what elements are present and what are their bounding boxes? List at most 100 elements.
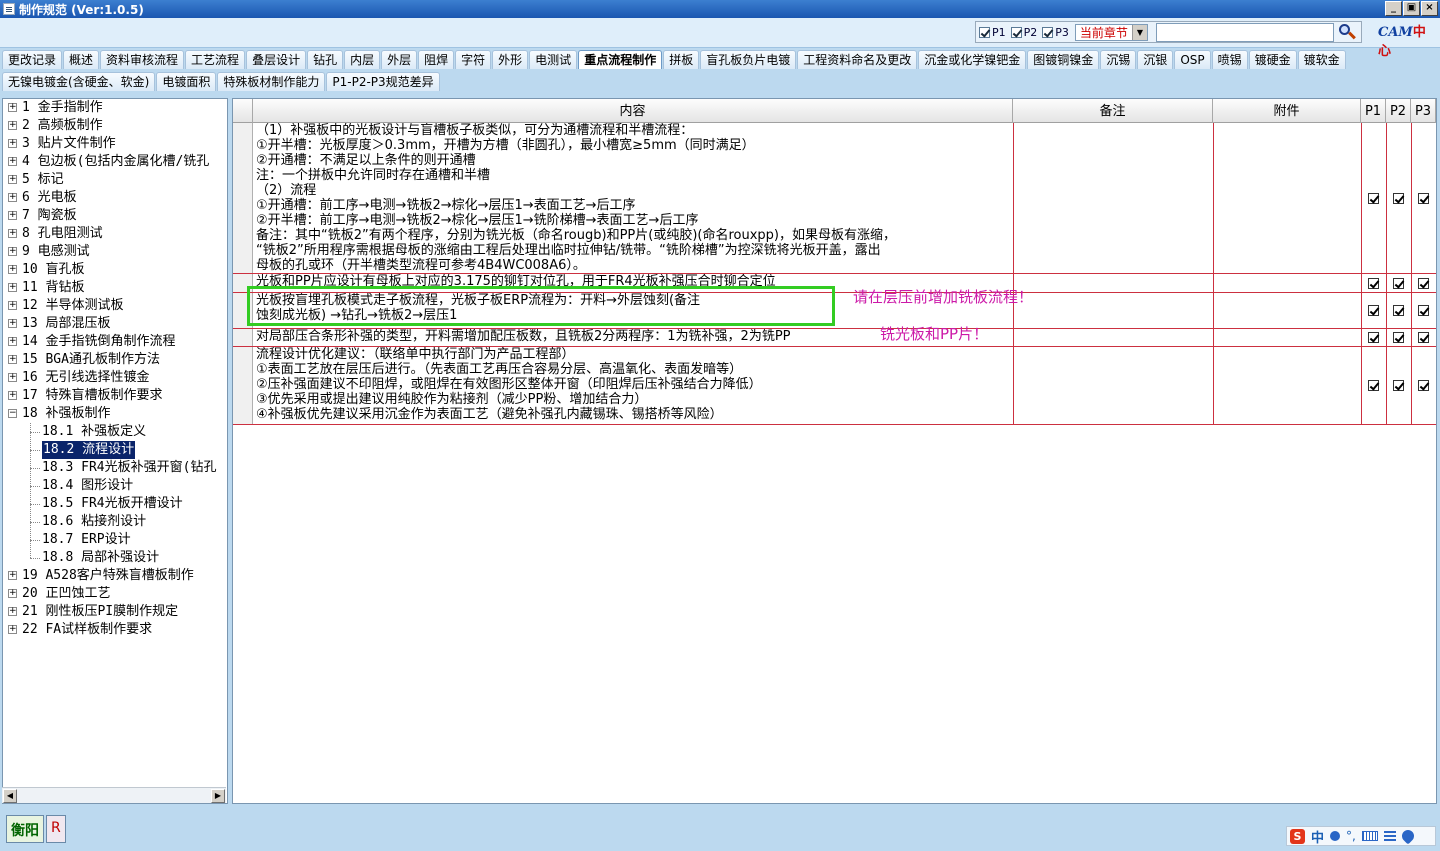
expand-icon[interactable]: +	[8, 301, 17, 310]
expand-icon[interactable]: +	[8, 157, 17, 166]
tree-subitem[interactable]: 18.8 局部补强设计	[3, 549, 227, 567]
tree-item[interactable]: +3 贴片文件制作	[3, 135, 227, 153]
expand-icon[interactable]: +	[8, 121, 17, 130]
table-row[interactable]: 对局部压合条形补强的类型，开料需增加配压板数，且铣板2分两程序：1为铣补强，2为…	[233, 329, 1436, 347]
tab-row1-16[interactable]: 沉金或化学镍钯金	[918, 50, 1027, 69]
checkbox-p3[interactable]	[1418, 278, 1429, 289]
keyboard-icon[interactable]	[1361, 831, 1378, 841]
tab-row1-3[interactable]: 工艺流程	[185, 50, 246, 69]
tab-row1-2[interactable]: 资料审核流程	[100, 50, 185, 69]
checkbox-p1[interactable]	[1368, 193, 1379, 204]
expand-icon[interactable]: +	[8, 337, 17, 346]
tab-row2-2[interactable]: 特殊板材制作能力	[217, 72, 326, 91]
search-input[interactable]	[1155, 22, 1334, 42]
tree-item[interactable]: +7 陶瓷板	[3, 207, 227, 225]
tree-item[interactable]: +2 高频板制作	[3, 117, 227, 135]
tab-row1-17[interactable]: 图镀铜镍金	[1027, 50, 1100, 69]
restore-button[interactable]: ▣	[1403, 1, 1420, 16]
tab-row1-18[interactable]: 沉锡	[1100, 50, 1137, 69]
tree-item[interactable]: +19 A528客户特殊盲槽板制作	[3, 567, 227, 585]
tab-row2-0[interactable]: 无镍电镀金(含硬金、软金)	[2, 72, 156, 91]
tab-row2-1[interactable]: 电镀面积	[156, 72, 217, 91]
table-row[interactable]: 光板和PP片应设计有母板上对应的3.175的铆钉对位孔，用于FR4光板补强压合时…	[233, 274, 1436, 293]
row-selector[interactable]	[233, 293, 253, 328]
tab-row1-9[interactable]: 字符	[455, 50, 492, 69]
checkbox-icon[interactable]	[1042, 26, 1054, 38]
checkbox-p2[interactable]	[1393, 332, 1404, 343]
ime-halfwidth-icon[interactable]	[1330, 831, 1341, 841]
tab-row1-21[interactable]: 喷锡	[1211, 50, 1248, 69]
tree-subitem[interactable]: 18.5 FR4光板开槽设计	[3, 495, 227, 513]
checkbox-p2[interactable]	[1393, 380, 1404, 391]
checkbox-p1[interactable]	[1368, 380, 1379, 391]
tab-row1-12[interactable]: 重点流程制作	[578, 50, 663, 69]
tree-item[interactable]: −18 补强板制作	[3, 405, 227, 423]
checkbox-p2[interactable]	[1393, 305, 1404, 316]
expand-icon[interactable]: +	[8, 625, 17, 634]
tree-subitem[interactable]: 18.7 ERP设计	[3, 531, 227, 549]
checkbox-p1[interactable]	[1368, 332, 1379, 343]
tab-row1-22[interactable]: 镀硬金	[1248, 50, 1297, 69]
row-selector[interactable]	[233, 274, 253, 292]
ime-punctuation[interactable]: °,	[1346, 829, 1356, 843]
expand-icon[interactable]: +	[8, 355, 17, 364]
tab-row1-0[interactable]: 更改记录	[2, 50, 63, 69]
expand-icon[interactable]: +	[8, 373, 17, 382]
tab-row1-13[interactable]: 拼板	[663, 50, 700, 69]
col-header-attach[interactable]: 附件	[1213, 99, 1361, 123]
ime-language[interactable]: 中	[1311, 827, 1324, 846]
checkbox-p3[interactable]	[1418, 332, 1429, 343]
tab-row1-19[interactable]: 沉银	[1137, 50, 1174, 69]
collapse-icon[interactable]: −	[8, 409, 17, 418]
tree-item[interactable]: +1 金手指制作	[3, 99, 227, 117]
menu-icon[interactable]	[1383, 831, 1396, 841]
row-selector[interactable]	[233, 347, 253, 424]
tab-row1-7[interactable]: 外层	[381, 50, 418, 69]
tab-row1-4[interactable]: 叠层设计	[246, 50, 307, 69]
expand-icon[interactable]: +	[8, 589, 17, 598]
scroll-right-icon[interactable]: ▶	[211, 789, 225, 803]
tree-item[interactable]: +14 金手指铣倒角制作流程	[3, 333, 227, 351]
tree-item[interactable]: +4 包边板(包括内金属化槽/铣孔	[3, 153, 227, 171]
tab-row1-11[interactable]: 电测试	[529, 50, 578, 69]
expand-icon[interactable]: +	[8, 175, 17, 184]
scope-select[interactable]: 当前章节 ▼	[1074, 23, 1148, 41]
checkbox-p3[interactable]	[1418, 380, 1429, 391]
tab-row1-6[interactable]: 内层	[344, 50, 381, 69]
tree-item[interactable]: +10 盲孔板	[3, 261, 227, 279]
tree-item[interactable]: +13 局部混压板	[3, 315, 227, 333]
scroll-left-icon[interactable]: ◀	[3, 789, 17, 803]
tab-row1-23[interactable]: 镀软金	[1297, 50, 1346, 69]
search-button[interactable]	[1336, 21, 1358, 43]
tree-item[interactable]: +6 光电板	[3, 189, 227, 207]
tab-row1-20[interactable]: OSP	[1174, 50, 1211, 69]
tree-item[interactable]: +22 FA试样板制作要求	[3, 621, 227, 639]
tree-subitem[interactable]: 18.3 FR4光板补强开窗(钻孔	[3, 459, 227, 477]
expand-icon[interactable]: +	[8, 139, 17, 148]
expand-icon[interactable]: +	[8, 283, 17, 292]
tree-item[interactable]: +5 标记	[3, 171, 227, 189]
checkbox-icon[interactable]	[1010, 26, 1022, 38]
checkbox-p2[interactable]	[1393, 278, 1404, 289]
table-row[interactable]: 光板按盲埋孔板模式走子板流程，光板子板ERP流程为：开料→外层蚀刻(备注 蚀刻成…	[233, 293, 1436, 329]
checkbox-p1[interactable]	[1368, 278, 1379, 289]
close-button[interactable]: ×	[1421, 1, 1438, 16]
checkbox-p3[interactable]	[1418, 193, 1429, 204]
tab-row1-8[interactable]: 阻焊	[418, 50, 455, 69]
tree-item[interactable]: +8 孔电阻测试	[3, 225, 227, 243]
tree-item[interactable]: +21 刚性板压PI膜制作规定	[3, 603, 227, 621]
col-header-note[interactable]: 备注	[1013, 99, 1213, 123]
filter-p3[interactable]: P3	[1042, 26, 1069, 39]
tree-item[interactable]: +11 背钻板	[3, 279, 227, 297]
row-selector[interactable]	[233, 123, 253, 273]
col-header-p3[interactable]: P3	[1411, 99, 1436, 123]
expand-icon[interactable]: +	[8, 103, 17, 112]
tree-item[interactable]: +12 半导体测试板	[3, 297, 227, 315]
tree-subitem[interactable]: 18.1 补强板定义	[3, 423, 227, 441]
table-row[interactable]: （1）补强板中的光板设计与盲槽板子板类似，可分为通槽流程和半槽流程： ①开半槽：…	[233, 123, 1436, 274]
row-selector[interactable]	[233, 329, 253, 346]
filter-p2[interactable]: P2	[1010, 26, 1037, 39]
tree-subitem[interactable]: 18.6 粘接剂设计	[3, 513, 227, 531]
expand-icon[interactable]: +	[8, 247, 17, 256]
col-header-content[interactable]: 内容	[253, 99, 1013, 123]
